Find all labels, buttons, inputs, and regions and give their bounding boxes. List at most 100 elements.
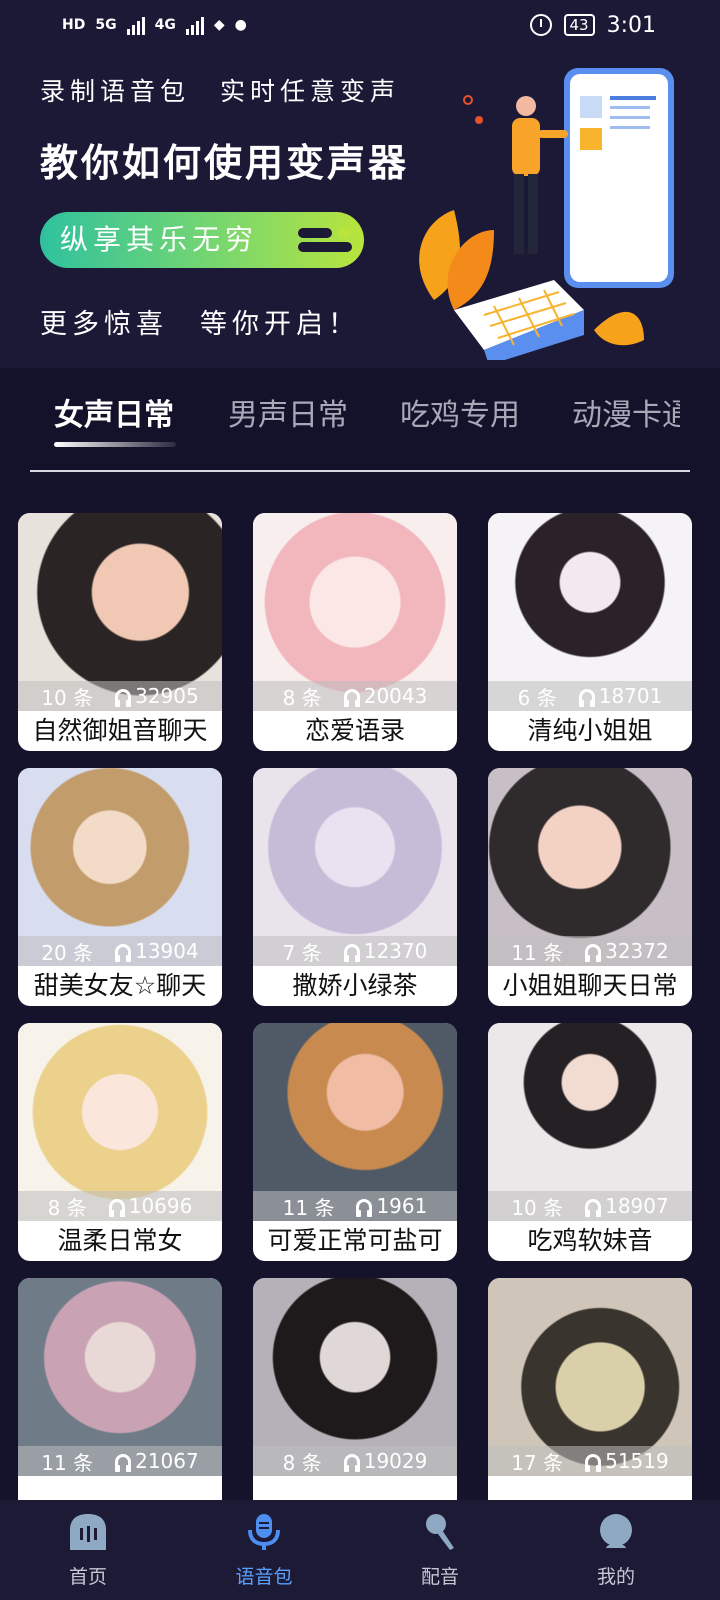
clock: 3:01: [606, 12, 656, 38]
status-indicators: HD 5G 4G ◆ ●: [62, 15, 247, 35]
clip-count: 11 条: [41, 1450, 94, 1475]
voice-pack-card[interactable]: 20 条 13904 甜美女友☆聊天: [18, 768, 222, 1006]
card-stats: 8 条 10696: [18, 1191, 222, 1221]
play-count: 19029: [363, 1449, 428, 1473]
voice-pack-card[interactable]: 8 条 20043 恋爱语录: [253, 513, 457, 751]
card-title: 甜美女友☆聊天: [33, 971, 207, 1000]
bottom-nav: 首页 语音包 配音 我的: [0, 1500, 720, 1600]
4g-indicator: 4G: [154, 17, 176, 33]
clip-count: 8 条: [47, 1195, 87, 1220]
signal-icon: [126, 15, 145, 35]
voice-pack-card[interactable]: 10 条 32905 自然御姐音聊天: [18, 513, 222, 751]
play-count: 1961: [376, 1194, 428, 1218]
card-title: [253, 1476, 457, 1500]
card-stats: 11 条 32372: [488, 936, 692, 966]
play-count: 21067: [135, 1449, 199, 1473]
banner-tagline: 更多惊喜 等你开启！: [40, 309, 360, 340]
card-title: [488, 1476, 692, 1500]
voice-pack-card[interactable]: 11 条 1961 可爱正常可盐可: [253, 1023, 457, 1261]
tab-pubg[interactable]: 吃鸡专用: [400, 390, 520, 434]
banner-title: 教你如何使用变声器: [40, 141, 410, 185]
alarm-icon: [529, 14, 552, 36]
nav-voice-pack-label: 语音包: [235, 1566, 293, 1588]
microphone-icon: [248, 1514, 280, 1550]
voice-pack-card[interactable]: 11 条 32372 小姐姐聊天日常: [488, 768, 692, 1006]
tab-anime-clip: 动漫卡通: [572, 390, 680, 434]
play-count: 20043: [363, 684, 428, 708]
banner-pill-text: 纵享其乐无穷: [60, 223, 259, 256]
card-title: 自然御姐音聊天: [32, 716, 208, 745]
clip-count: 17 条: [511, 1450, 564, 1475]
card-title: 小姐姐聊天日常: [502, 971, 678, 1000]
card-title: 可爱正常可盐可: [267, 1226, 443, 1255]
banner-illustration: [419, 68, 674, 360]
voice-pack-card[interactable]: 6 条 18701 清纯小姐姐: [488, 513, 692, 751]
headphones-icon: [585, 943, 602, 962]
headphones-icon: [115, 1453, 132, 1472]
card-stats: 17 条 51519: [488, 1446, 692, 1476]
clip-count: 8 条: [282, 1450, 322, 1475]
category-tabs: 女声日常 男声日常 吃鸡专用 动漫卡通: [0, 368, 720, 480]
banner-subtitle: 录制语音包 实时任意变声: [40, 77, 401, 106]
home-icon: [70, 1514, 106, 1550]
nav-dubbing[interactable]: 配音: [380, 1500, 500, 1600]
play-count: 32372: [605, 939, 669, 963]
handheld-mic-icon: [426, 1514, 454, 1550]
tab-female-daily[interactable]: 女声日常: [54, 390, 174, 434]
play-count: 12370: [363, 939, 428, 963]
play-count: 13904: [135, 939, 199, 963]
play-count: 10696: [128, 1194, 193, 1218]
card-stats: 8 条 19029: [253, 1446, 457, 1476]
voice-pack-card[interactable]: 7 条 12370 撒娇小绿茶: [253, 768, 457, 1006]
play-count: 51519: [605, 1449, 669, 1473]
clip-count: 10 条: [511, 1195, 564, 1220]
wechat-icon: ●: [234, 17, 247, 33]
nav-voice-pack[interactable]: 语音包: [204, 1500, 324, 1600]
clip-count: 8 条: [282, 685, 322, 710]
headphones-icon: [578, 688, 595, 707]
profile-icon: [600, 1514, 632, 1548]
card-stats: 7 条 12370: [253, 936, 457, 966]
voice-pack-card[interactable]: 17 条 51519: [488, 1278, 692, 1500]
voice-pack-card[interactable]: 8 条 10696 温柔日常女: [18, 1023, 222, 1261]
tab-anime[interactable]: 动漫卡通: [572, 390, 680, 434]
card-stats: 10 条 18907: [488, 1191, 692, 1221]
clip-count: 6 条: [517, 685, 557, 710]
status-bar: HD 5G 4G ◆ ● 43 3:01: [0, 0, 720, 50]
headphones-icon: [343, 943, 360, 962]
card-title: 清纯小姐姐: [527, 716, 653, 745]
clip-count: 7 条: [282, 940, 322, 965]
voice-pack-grid: 10 条 32905 自然御姐音聊天 8 条 20043 恋爱语录 6 条 18701…: [0, 480, 720, 1500]
wifi-icon: ◆: [213, 17, 225, 33]
voice-pack-card[interactable]: 10 条 18907 吃鸡软妹音: [488, 1023, 692, 1261]
headphones-icon: [343, 688, 360, 707]
voice-pack-card[interactable]: 8 条 19029: [253, 1278, 457, 1500]
nav-dubbing-label: 配音: [420, 1566, 459, 1588]
headphones-icon: [585, 1453, 602, 1472]
nav-home[interactable]: 首页: [28, 1500, 148, 1600]
card-title: 撒娇小绿茶: [292, 971, 418, 1000]
clip-count: 11 条: [282, 1195, 335, 1220]
tabs-divider: [30, 470, 690, 472]
nav-home-label: 首页: [68, 1566, 107, 1588]
headphones-icon: [356, 1198, 373, 1217]
card-stats: 6 条 18701: [488, 681, 692, 711]
card-stats: 11 条 1961: [253, 1191, 457, 1221]
tab-active-indicator: [54, 442, 176, 447]
card-stats: 11 条 21067: [18, 1446, 222, 1476]
card-title: 恋爱语录: [304, 716, 405, 745]
5g-indicator: 5G: [95, 17, 117, 33]
voice-pack-card[interactable]: 11 条 21067: [18, 1278, 222, 1500]
clip-count: 20 条: [41, 940, 94, 965]
battery-indicator: 43: [563, 14, 595, 36]
card-stats: 10 条 32905: [18, 681, 222, 711]
clip-count: 10 条: [41, 685, 94, 710]
nav-profile[interactable]: 我的: [556, 1500, 676, 1600]
play-count: 32905: [135, 684, 199, 708]
card-title: 吃鸡软妹音: [527, 1226, 653, 1255]
promo-banner[interactable]: 录制语音包 实时任意变声 教你如何使用变声器 纵享其乐无穷 更多惊喜 等你开启！: [0, 50, 720, 368]
clip-count: 11 条: [511, 940, 564, 965]
headphones-icon: [115, 688, 132, 707]
nav-profile-label: 我的: [596, 1566, 635, 1588]
tab-male-daily[interactable]: 男声日常: [228, 390, 348, 434]
